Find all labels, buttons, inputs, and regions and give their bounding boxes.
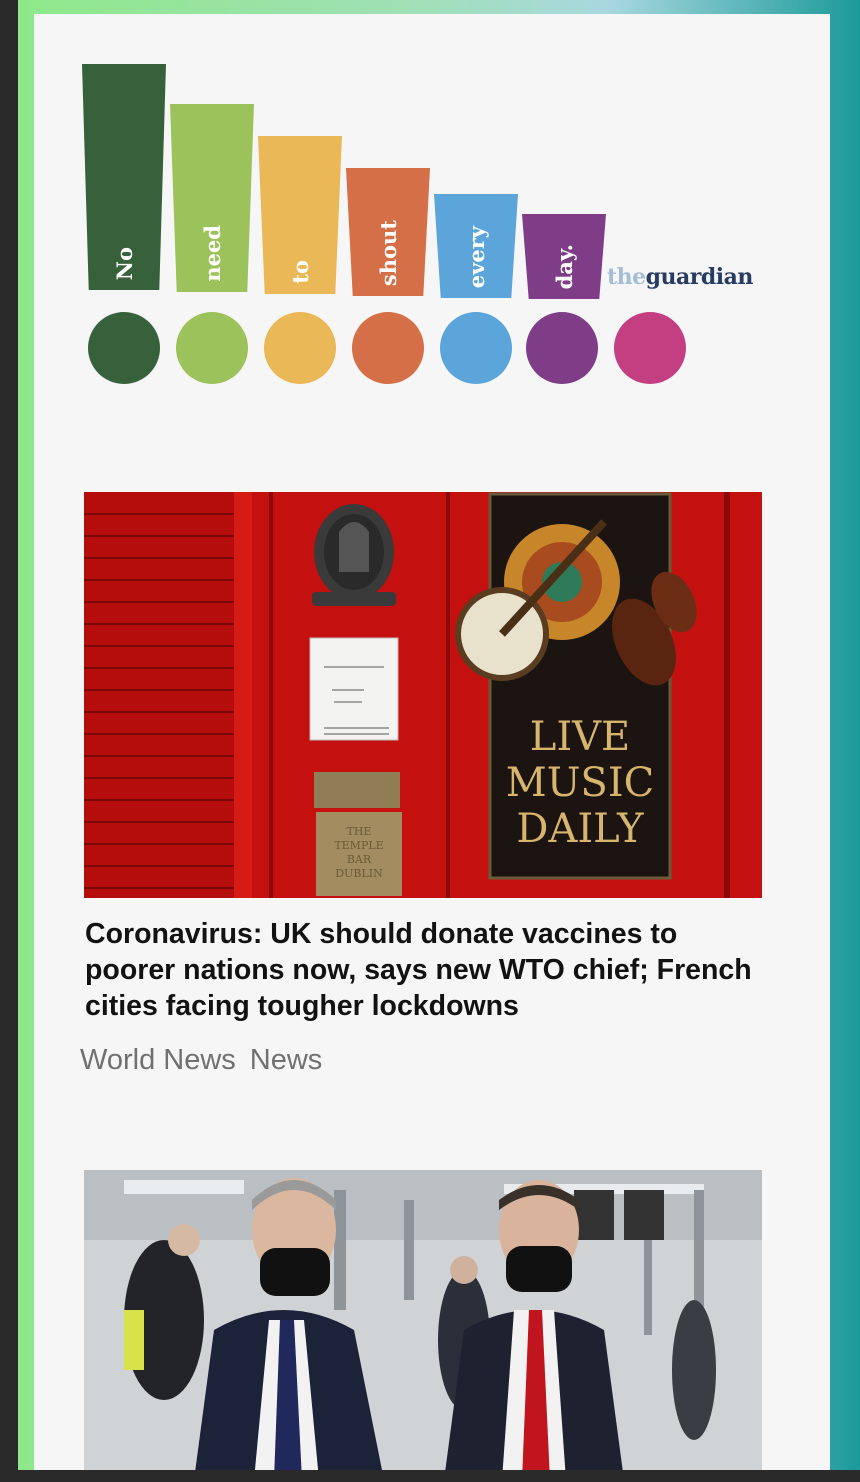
banner-dot-4 (352, 312, 424, 384)
banner-bar-1: No (82, 64, 166, 290)
plaque-line-2: TEMPLE (334, 839, 383, 852)
banner-dot-6 (526, 312, 598, 384)
tag-world-news[interactable]: World News (80, 1044, 236, 1077)
plaque-line-3: BAR (347, 853, 372, 866)
sign-line-2: MUSIC (506, 760, 654, 806)
tag-news[interactable]: News (250, 1044, 323, 1077)
banner-word-4: shout (375, 219, 401, 286)
sign-line-1: LIVE (530, 714, 630, 760)
guardian-banner[interactable]: No need to shout every day. theguardian (34, 14, 830, 414)
sign-line-3: DAILY (516, 806, 644, 852)
newsletter-panel: No need to shout every day. theguardian (34, 14, 830, 1470)
banner-word-6: day. (551, 243, 577, 289)
banner-word-2: need (199, 225, 225, 282)
guardian-logo: theguardian (607, 264, 753, 290)
article-2-image[interactable] (84, 1170, 762, 1470)
banner-bar-6: day. (522, 214, 606, 299)
article-1-tags: World News News (80, 1044, 322, 1077)
banner-bar-5: every (434, 194, 518, 298)
banner-dot-2 (176, 312, 248, 384)
article-1-image[interactable]: THE TEMPLE BAR DUBLIN LIVE MUSIC DAILY (84, 492, 762, 898)
banner-dot-5 (440, 312, 512, 384)
plaque-line-4: DUBLIN (335, 867, 383, 880)
banner-word-3: to (287, 260, 313, 284)
article-1-headline[interactable]: Coronavirus: UK should donate vaccines t… (85, 916, 775, 1024)
banner-word-1: No (111, 246, 137, 280)
banner-word-5: every (463, 225, 489, 288)
banner-dot-1 (88, 312, 160, 384)
plaque-line-1: THE (347, 825, 372, 838)
banner-dot-7 (614, 312, 686, 384)
banner-dot-3 (264, 312, 336, 384)
banner-bar-2: need (170, 104, 254, 292)
banner-bar-4: shout (346, 168, 430, 296)
banner-bar-3: to (258, 136, 342, 294)
